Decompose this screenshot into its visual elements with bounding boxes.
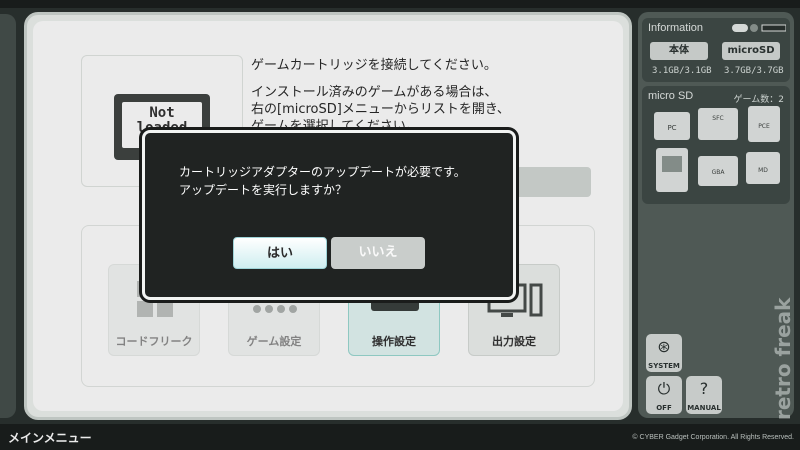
dialog-message-line2: アップデートを実行しますか？ — [179, 183, 348, 197]
dialog-message: カートリッジアダプターのアップデートが必要です。 アップデートを実行しますか？ — [179, 163, 466, 199]
yes-button[interactable]: はい — [233, 237, 327, 269]
update-dialog: カートリッジアダプターのアップデートが必要です。 アップデートを実行しますか？ … — [142, 130, 516, 300]
no-button[interactable]: いいえ — [331, 237, 425, 269]
dialog-message-line1: カートリッジアダプターのアップデートが必要です。 — [179, 165, 466, 179]
